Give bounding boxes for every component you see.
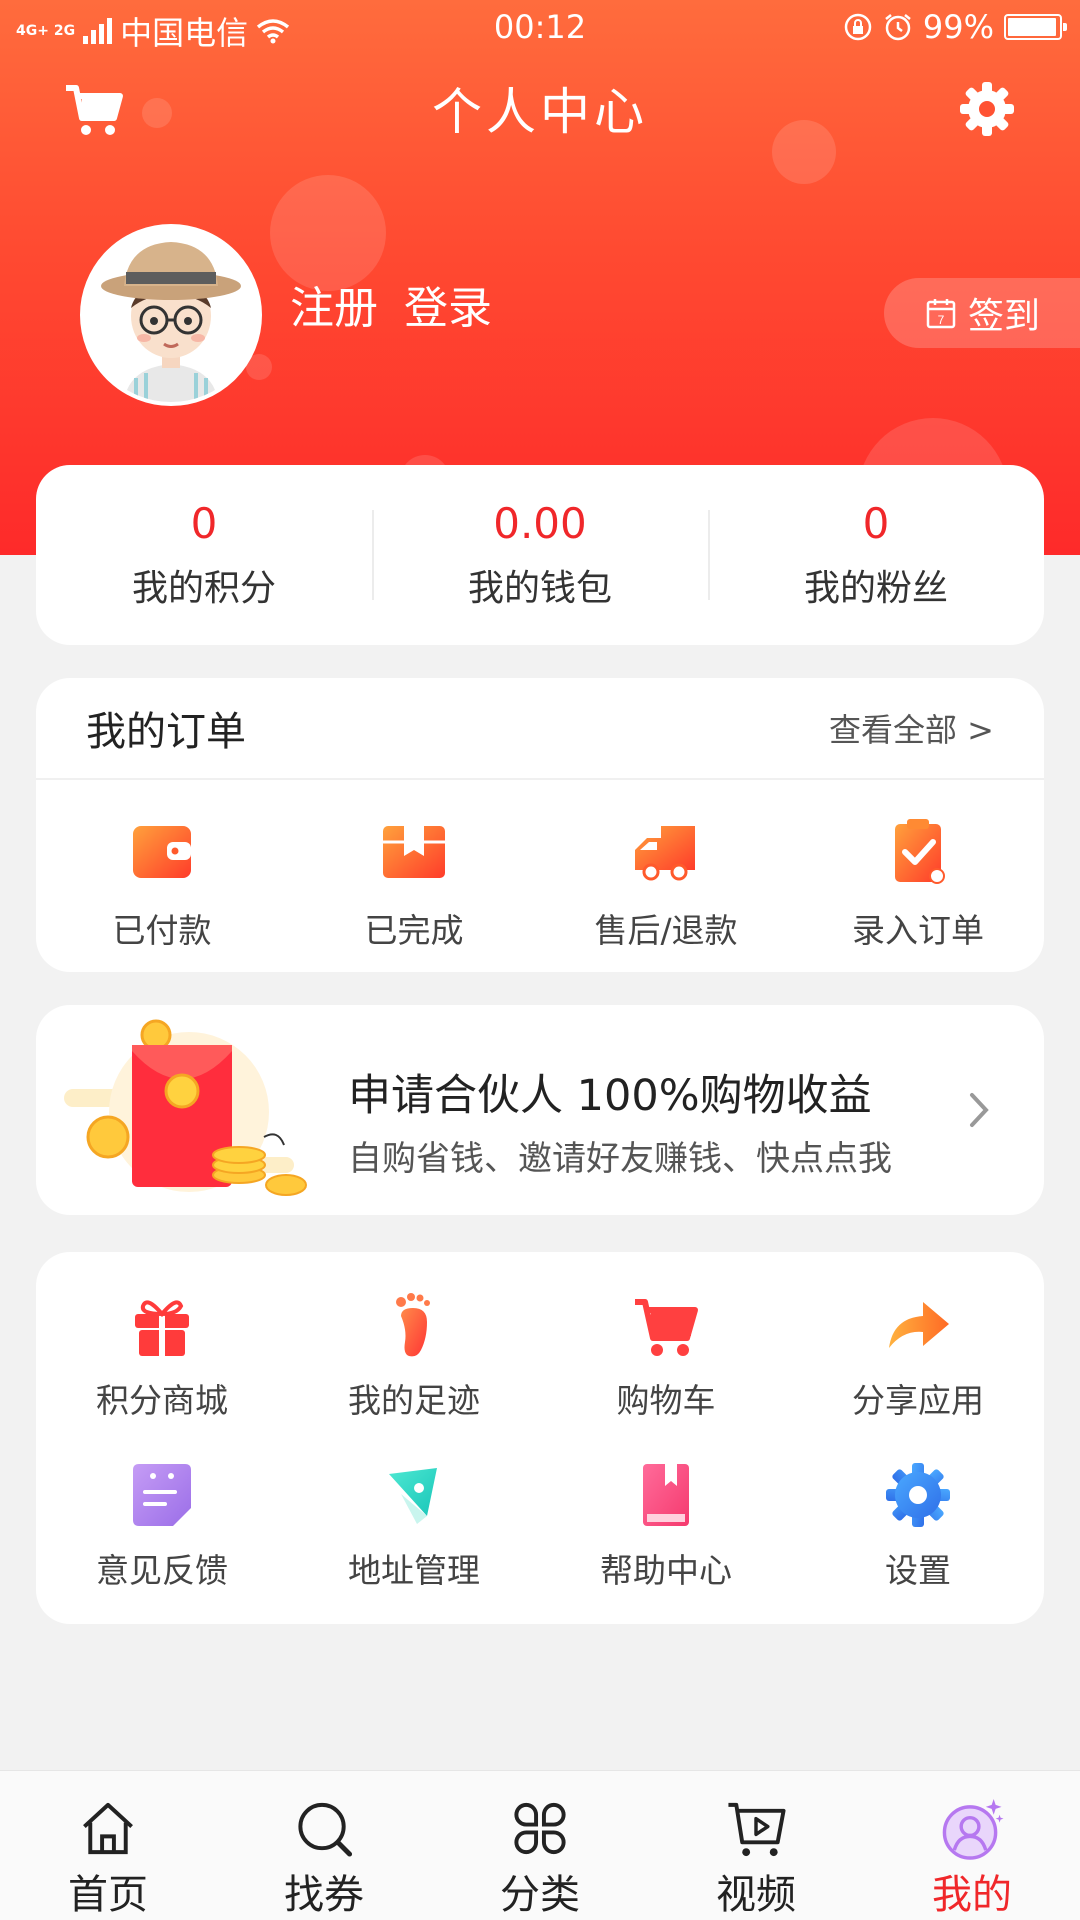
tab-category[interactable]: 分类 [432,1771,648,1920]
orders-title: 我的订单 [86,709,246,755]
clipboard-check-icon [895,819,945,884]
partner-banner[interactable]: 申请合伙人 100%购物收益 自购省钱、邀请好友赚钱、快点点我 [36,1005,1044,1215]
order-refund[interactable]: 售后/退款 [540,780,792,972]
tab-video[interactable]: 视频 [648,1771,864,1920]
alarm-icon [885,14,911,41]
order-completed[interactable]: 已完成 [288,780,540,972]
checkin-button[interactable]: 7 签到 [884,278,1080,348]
tool-address[interactable]: 地址管理 [288,1460,540,1630]
tab-home[interactable]: 首页 [0,1771,216,1920]
partner-subtitle: 自购省钱、邀请好友赚钱、快点点我 [348,1139,892,1179]
tab-coupons[interactable]: 找券 [216,1771,432,1920]
tab-label: 视频 [716,1872,796,1918]
orders-card: 我的订单 查看全部 > 已付款 已完成 售后/退款 录入订单 [36,678,1044,972]
tool-label: 我的足迹 [348,1381,480,1420]
footprint-icon [396,1293,430,1357]
stat-fans[interactable]: 0 我的粉丝 [708,465,1044,645]
tool-label: 积分商城 [96,1381,228,1420]
stat-wallet[interactable]: 0.00 我的钱包 [372,465,708,645]
avatar-illustration [84,228,258,402]
profile-icon [942,1798,1004,1860]
tools-card: 积分商城 我的足迹 购物车 分享应用 意见反馈 地址管理 帮助中心 设置 [36,1252,1044,1624]
auth-links: 注册 登录 [290,272,492,336]
tool-cart[interactable]: 购物车 [540,1290,792,1460]
tool-label: 意见反馈 [96,1551,228,1590]
stat-points[interactable]: 0 我的积分 [36,465,372,645]
calendar-icon: 7 [926,299,956,329]
tab-label: 首页 [68,1872,148,1918]
tab-label: 分类 [500,1872,580,1918]
checkin-label: 签到 [968,296,1041,337]
wallet-icon [133,826,191,878]
battery-percent: 99% [922,8,994,46]
tools-row: 意见反馈 地址管理 帮助中心 设置 [36,1460,1044,1630]
page-title: 个人中心 [432,83,648,141]
gift-icon [135,1300,189,1356]
tool-label: 分享应用 [852,1381,984,1420]
stat-value: 0.00 [493,499,587,548]
avatar[interactable] [80,224,262,406]
tool-label: 地址管理 [348,1551,480,1590]
tool-points-mall[interactable]: 积分商城 [36,1290,288,1460]
order-enter-label: 录入订单 [852,911,984,950]
rotation-lock-icon [844,13,872,41]
order-paid-label: 已付款 [112,911,212,950]
battery-icon [1004,14,1067,40]
book-icon [643,1464,689,1526]
tool-help[interactable]: 帮助中心 [540,1460,792,1630]
video-cart-icon [728,1802,786,1857]
orders-header: 我的订单 查看全部 > [36,678,1044,780]
order-enter[interactable]: 录入订单 [792,780,1044,972]
stat-label: 我的钱包 [467,568,612,609]
search-icon [298,1802,353,1857]
home-icon [83,1802,133,1855]
tab-label: 找券 [284,1872,364,1918]
tab-mine[interactable]: 我的 [864,1771,1080,1920]
stat-value: 0 [190,499,218,548]
partner-title: 申请合伙人 100%购物收益 [348,1071,872,1121]
feedback-icon [133,1464,191,1526]
tool-settings[interactable]: 设置 [792,1460,1044,1630]
order-paid[interactable]: 已付款 [36,780,288,972]
tool-label: 帮助中心 [600,1551,732,1590]
category-icon [514,1802,566,1855]
cart-icon [635,1299,698,1356]
order-completed-label: 已完成 [364,911,464,950]
share-arrow-icon [889,1302,949,1348]
register-link[interactable]: 注册 [290,272,378,336]
chevron-right-icon [970,1093,989,1127]
stats-card: 0 我的积分 0.00 我的钱包 0 我的粉丝 [36,465,1044,645]
stat-value: 0 [862,499,890,548]
tool-feedback[interactable]: 意见反馈 [36,1460,288,1630]
gear-icon [886,1463,950,1527]
tool-label: 购物车 [616,1381,716,1420]
tool-label: 设置 [885,1551,951,1590]
calendar-day: 7 [938,313,945,327]
tools-row: 积分商城 我的足迹 购物车 分享应用 [36,1290,1044,1460]
tab-label: 我的 [932,1872,1012,1918]
tool-footprint[interactable]: 我的足迹 [288,1290,540,1460]
settings-gear-icon[interactable] [958,80,1016,138]
red-envelope-illustration [64,1019,307,1196]
stat-label: 我的粉丝 [803,568,948,609]
view-all-orders-link[interactable]: 查看全部 > [829,705,994,751]
location-icon [389,1468,437,1524]
stat-label: 我的积分 [131,568,276,609]
status-bar: 4G+ 2G 中国电信 00:12 99% [0,0,1080,56]
package-icon [383,826,445,878]
orders-row: 已付款 已完成 售后/退款 录入订单 [36,780,1044,972]
tool-share[interactable]: 分享应用 [792,1290,1044,1460]
truck-icon [635,826,695,881]
login-link[interactable]: 登录 [404,272,492,336]
order-refund-label: 售后/退款 [594,911,738,950]
bottom-tab-bar: 首页 找券 分类 视频 我的 [0,1770,1080,1920]
